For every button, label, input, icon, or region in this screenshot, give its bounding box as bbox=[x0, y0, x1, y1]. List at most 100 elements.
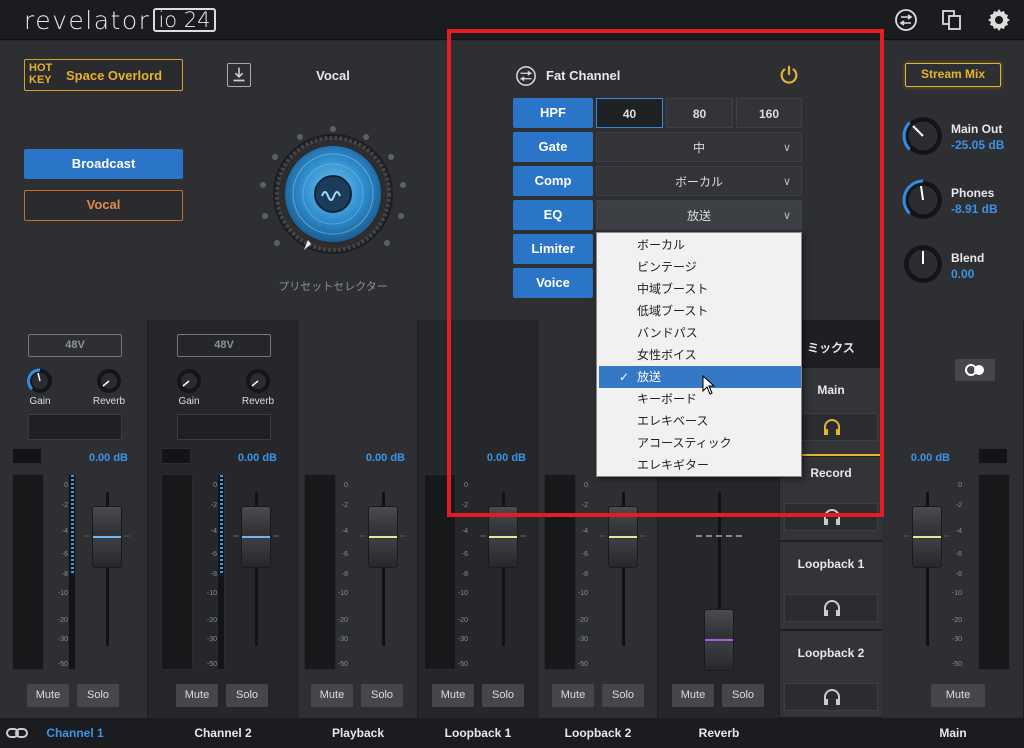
chevron-down-icon: ∨ bbox=[782, 210, 791, 222]
strip-name-playback[interactable]: Playback bbox=[298, 726, 418, 740]
eq-menu-item[interactable]: キーボード bbox=[599, 388, 801, 410]
mute-button-ch1[interactable]: Mute bbox=[27, 684, 69, 707]
input-meter-ch1 bbox=[68, 474, 76, 670]
eq-menu-item[interactable]: バンドパス bbox=[599, 322, 801, 344]
eq-button[interactable]: EQ bbox=[513, 200, 593, 230]
level-meter-ch1 bbox=[12, 474, 44, 670]
solo-button-playback[interactable]: Solo bbox=[361, 684, 403, 707]
link-icon[interactable] bbox=[6, 727, 28, 739]
mouse-cursor-icon bbox=[702, 375, 716, 395]
main-out-knob[interactable] bbox=[901, 114, 945, 158]
eq-value: 放送 bbox=[686, 209, 711, 223]
scale-tick-label: -8 bbox=[581, 571, 588, 578]
eq-menu-item[interactable]: 女性ボイス bbox=[599, 344, 801, 366]
download-icon[interactable] bbox=[227, 63, 251, 87]
headphones-icon bbox=[824, 509, 840, 525]
mute-button-reverb[interactable]: Mute bbox=[672, 684, 714, 707]
eq-menu-item[interactable]: エレキギター bbox=[599, 454, 801, 476]
fader-loopback-1[interactable] bbox=[488, 506, 518, 568]
pan-control-ch1[interactable] bbox=[28, 414, 122, 440]
scale-tick-label: -50 bbox=[57, 661, 68, 668]
scale-tick-label: -4 bbox=[341, 528, 348, 535]
broadcast-button[interactable]: Broadcast bbox=[24, 149, 183, 179]
strip-name-loopback-2[interactable]: Loopback 2 bbox=[538, 726, 658, 740]
scale-tick-label: -20 bbox=[57, 617, 68, 624]
scale-tick-label: -20 bbox=[457, 617, 468, 624]
scale-tick-label: -30 bbox=[577, 636, 588, 643]
mix-loopback-1[interactable]: Loopback 1 bbox=[780, 542, 882, 630]
fader-reverb[interactable] bbox=[704, 609, 734, 671]
gate-dropdown[interactable]: 中 ∨ bbox=[596, 132, 802, 162]
mute-button-ch2[interactable]: Mute bbox=[176, 684, 218, 707]
eq-menu-item[interactable]: ビンテージ bbox=[599, 256, 801, 278]
eq-menu-item[interactable]: エレキベース bbox=[599, 410, 801, 432]
phones-knob[interactable] bbox=[901, 178, 945, 222]
phones-label: Phones bbox=[951, 186, 995, 200]
eq-menu-item[interactable]: 低域ブースト bbox=[599, 300, 801, 322]
fader-loopback-2[interactable] bbox=[608, 506, 638, 568]
fader-playback[interactable] bbox=[368, 506, 398, 568]
headphones-record-button[interactable] bbox=[784, 503, 878, 531]
strip-name-channel-2[interactable]: Channel 2 bbox=[148, 726, 298, 740]
comp-dropdown[interactable]: ボーカル ∨ bbox=[596, 166, 802, 196]
duplicate-icon[interactable] bbox=[940, 8, 964, 32]
headphones-loopback-2-button[interactable] bbox=[784, 683, 878, 711]
link-toggle[interactable] bbox=[955, 359, 995, 381]
preset-selector-knob[interactable] bbox=[258, 126, 408, 278]
mute-button-loopback-1[interactable]: Mute bbox=[432, 684, 474, 707]
gain-knob-ch1[interactable] bbox=[27, 368, 53, 394]
scale-tick-label: -30 bbox=[337, 636, 348, 643]
limiter-button[interactable]: Limiter bbox=[513, 234, 593, 264]
eq-menu-item[interactable]: アコースティック bbox=[599, 432, 801, 454]
strip-name-channel-1[interactable]: Channel 1 bbox=[30, 726, 120, 740]
strip-name-loopback-1[interactable]: Loopback 1 bbox=[418, 726, 538, 740]
solo-button-loopback-1[interactable]: Solo bbox=[482, 684, 524, 707]
eq-dropdown[interactable]: 放送 ∨ bbox=[596, 200, 802, 230]
voice-button[interactable]: Voice bbox=[513, 268, 593, 298]
scale-tick-label: -4 bbox=[581, 528, 588, 535]
hotkey-preset[interactable]: HOT KEY Space Overlord bbox=[24, 59, 183, 91]
fader-ch1[interactable] bbox=[92, 506, 122, 568]
stream-mix-button[interactable]: Stream Mix bbox=[905, 63, 1001, 87]
solo-button-reverb[interactable]: Solo bbox=[722, 684, 764, 707]
scale-tick-label: -10 bbox=[206, 590, 217, 597]
mixer-settings-icon[interactable] bbox=[894, 8, 918, 32]
solo-button-ch1[interactable]: Solo bbox=[77, 684, 119, 707]
scale-tick-label: -50 bbox=[951, 661, 962, 668]
strip-name-main[interactable]: Main bbox=[882, 726, 1024, 740]
hpf-option-40[interactable]: 40 bbox=[596, 98, 663, 128]
gate-button[interactable]: Gate bbox=[513, 132, 593, 162]
solo-button-ch2[interactable]: Solo bbox=[226, 684, 268, 707]
scale-tick-label: -4 bbox=[210, 528, 217, 535]
phantom-power-ch2-button[interactable]: 48V bbox=[177, 334, 271, 357]
hpf-option-160[interactable]: 160 bbox=[736, 98, 802, 128]
mute-button-playback[interactable]: Mute bbox=[311, 684, 353, 707]
eq-menu-item-selected[interactable]: ✓ 放送 bbox=[599, 366, 801, 388]
mute-button-main[interactable]: Mute bbox=[931, 684, 985, 707]
hpf-option-80[interactable]: 80 bbox=[666, 98, 733, 128]
blend-knob[interactable] bbox=[901, 242, 945, 286]
gain-knob-ch2[interactable] bbox=[176, 368, 202, 394]
reverb-knob-ch1[interactable] bbox=[96, 368, 122, 394]
vocal-button[interactable]: Vocal bbox=[24, 190, 183, 221]
mute-button-loopback-2[interactable]: Mute bbox=[552, 684, 594, 707]
power-icon[interactable] bbox=[778, 64, 800, 86]
eq-menu-item[interactable]: 中域ブースト bbox=[599, 278, 801, 300]
scale-tick-label: -30 bbox=[951, 636, 962, 643]
solo-button-loopback-2[interactable]: Solo bbox=[602, 684, 644, 707]
reverb-label-ch2: Reverb bbox=[241, 396, 275, 407]
phantom-power-ch1-button[interactable]: 48V bbox=[28, 334, 122, 357]
comp-button[interactable]: Comp bbox=[513, 166, 593, 196]
chevron-down-icon: ∨ bbox=[782, 176, 791, 188]
mix-loopback-2[interactable]: Loopback 2 bbox=[780, 631, 882, 718]
gear-icon[interactable] bbox=[987, 8, 1011, 32]
eq-menu-item[interactable]: ボーカル bbox=[599, 234, 801, 256]
fader-ch2[interactable] bbox=[241, 506, 271, 568]
strip-name-reverb[interactable]: Reverb bbox=[658, 726, 780, 740]
reverb-knob-ch2[interactable] bbox=[245, 368, 271, 394]
hpf-button[interactable]: HPF bbox=[513, 98, 593, 128]
headphones-loopback-1-button[interactable] bbox=[784, 594, 878, 622]
mix-loopback-2-label: Loopback 2 bbox=[797, 646, 865, 660]
pan-control-ch2[interactable] bbox=[177, 414, 271, 440]
fader-main[interactable] bbox=[912, 506, 942, 568]
